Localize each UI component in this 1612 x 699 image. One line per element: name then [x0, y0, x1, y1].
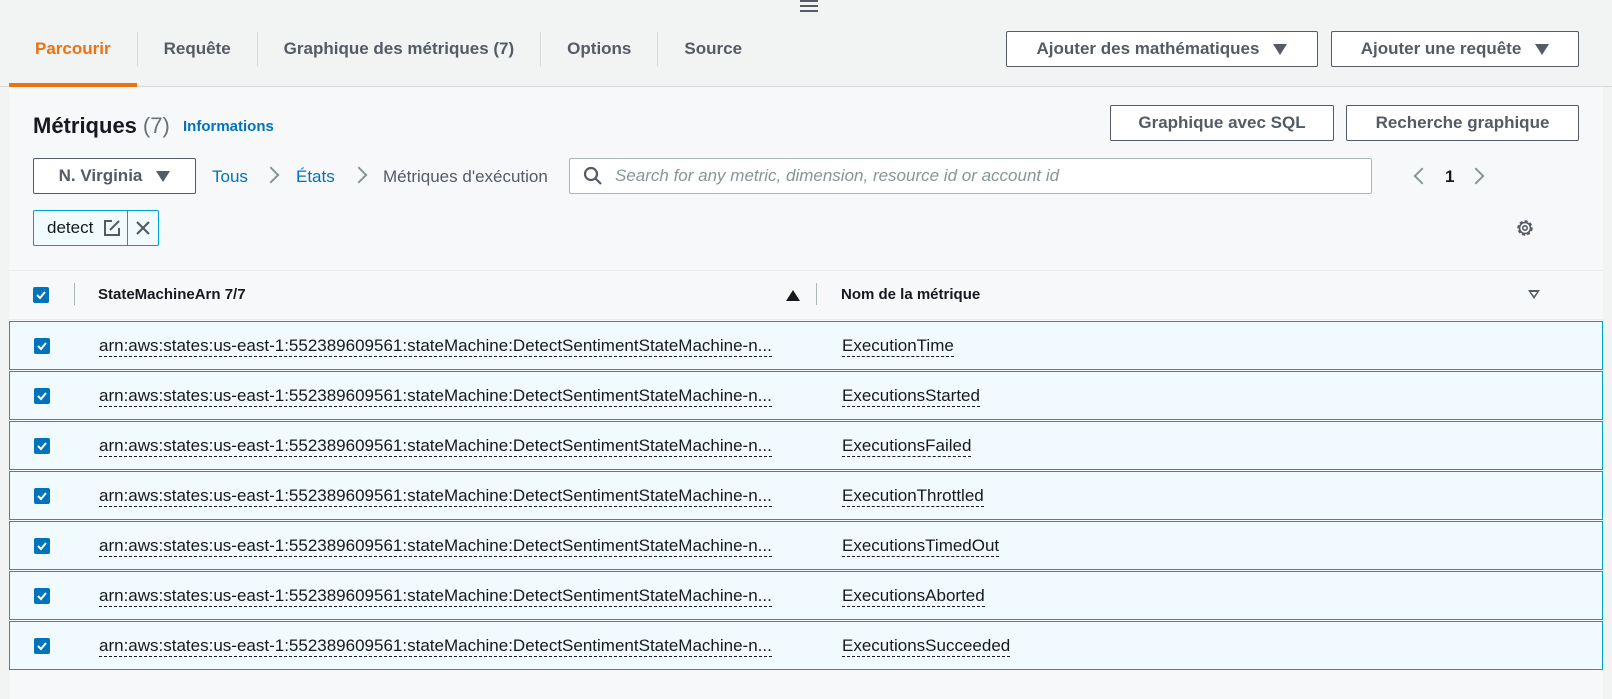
- filter-token: detect: [33, 210, 160, 246]
- row-metric[interactable]: ExecutionsFailed: [842, 436, 972, 457]
- filter-token-label: detect: [47, 218, 94, 237]
- sort-ascending-icon[interactable]: [786, 290, 800, 301]
- metrics-count: (7): [142, 113, 170, 138]
- caret-down-icon: [1535, 43, 1550, 55]
- row-metric[interactable]: ExecutionTime: [842, 336, 954, 357]
- row-checkbox[interactable]: [34, 538, 50, 554]
- add-query-button[interactable]: Ajouter une requête: [1331, 31, 1579, 67]
- breadcrumb-tous[interactable]: Tous: [212, 167, 248, 187]
- row-checkbox[interactable]: [34, 588, 50, 604]
- row-arn[interactable]: arn:aws:states:us-east-1:552389609561:st…: [99, 586, 772, 607]
- row-arn[interactable]: arn:aws:states:us-east-1:552389609561:st…: [99, 436, 772, 457]
- row-checkbox[interactable]: [34, 338, 50, 354]
- col-metric-name[interactable]: Nom de la métrique: [841, 286, 980, 303]
- column-divider: [74, 283, 75, 305]
- row-metric[interactable]: ExecutionThrottled: [842, 486, 984, 507]
- graph-with-sql-button[interactable]: Graphique avec SQL: [1110, 105, 1334, 141]
- breadcrumb-current: Métriques d'exécution: [383, 167, 548, 186]
- gear-icon[interactable]: [1515, 218, 1535, 243]
- metrics-panel: Métriques (7) Informations Graphique avec…: [9, 87, 1603, 699]
- search-icon: [583, 166, 602, 185]
- row-checkbox[interactable]: [34, 488, 50, 504]
- table-row[interactable]: arn:aws:states:us-east-1:552389609561:st…: [9, 521, 1603, 570]
- chevron-right-icon: [262, 166, 280, 184]
- table-row[interactable]: arn:aws:states:us-east-1:552389609561:st…: [9, 471, 1603, 520]
- table-header: StateMachineArn 7/7 Nom de la métrique: [9, 270, 1603, 320]
- region-label: N. Virginia: [58, 166, 143, 185]
- row-metric[interactable]: ExecutionsTimedOut: [842, 536, 1000, 557]
- column-divider[interactable]: [816, 283, 817, 305]
- row-checkbox[interactable]: [34, 638, 50, 654]
- add-math-label: Ajouter des mathématiques: [1036, 39, 1260, 58]
- row-metric[interactable]: ExecutionsSucceeded: [842, 636, 1011, 657]
- add-query-label: Ajouter une requête: [1360, 39, 1522, 58]
- row-arn[interactable]: arn:aws:states:us-east-1:552389609561:st…: [99, 536, 772, 557]
- metrics-table: StateMachineArn 7/7 Nom de la métrique a…: [9, 270, 1603, 670]
- breadcrumb-etats[interactable]: États: [296, 167, 335, 187]
- edit-icon[interactable]: [103, 219, 127, 237]
- search-input[interactable]: [613, 165, 1357, 187]
- metric-search: [569, 158, 1372, 194]
- metrics-title: Métriques: [33, 113, 137, 138]
- select-all-checkbox[interactable]: [33, 287, 49, 303]
- tab-parcourir[interactable]: Parcourir: [9, 12, 137, 87]
- table-row[interactable]: arn:aws:states:us-east-1:552389609561:st…: [9, 421, 1603, 470]
- tab-requete[interactable]: Requête: [138, 12, 257, 86]
- row-arn[interactable]: arn:aws:states:us-east-1:552389609561:st…: [99, 486, 772, 507]
- row-metric[interactable]: ExecutionsAborted: [842, 586, 985, 607]
- col-state-machine-arn[interactable]: StateMachineArn 7/7: [98, 286, 246, 303]
- table-row[interactable]: arn:aws:states:us-east-1:552389609561:st…: [9, 321, 1603, 370]
- page-number[interactable]: 1: [1445, 167, 1454, 187]
- row-metric[interactable]: ExecutionsStarted: [842, 386, 980, 407]
- row-checkbox[interactable]: [34, 438, 50, 454]
- tab-bar: Parcourir Requête Graphique des métrique…: [9, 12, 768, 87]
- row-arn[interactable]: arn:aws:states:us-east-1:552389609561:st…: [99, 386, 772, 407]
- table-row[interactable]: arn:aws:states:us-east-1:552389609561:st…: [9, 371, 1603, 420]
- region-selector[interactable]: N. Virginia: [33, 158, 196, 194]
- row-arn[interactable]: arn:aws:states:us-east-1:552389609561:st…: [99, 636, 772, 657]
- tab-graphique-des-metriques[interactable]: Graphique des métriques (7): [258, 12, 541, 86]
- caret-down-icon: [156, 170, 171, 182]
- info-link[interactable]: Informations: [183, 118, 274, 135]
- resize-handle-icon[interactable]: [800, 0, 818, 12]
- remove-filter-icon[interactable]: [127, 211, 158, 245]
- chevron-right-icon: [350, 166, 368, 184]
- add-math-button[interactable]: Ajouter des mathématiques: [1006, 31, 1318, 67]
- chevron-right-icon[interactable]: [1467, 167, 1485, 185]
- top-toolbar: Parcourir Requête Graphique des métrique…: [0, 12, 1612, 87]
- table-row[interactable]: arn:aws:states:us-east-1:552389609561:st…: [9, 621, 1603, 670]
- sort-icon[interactable]: [1528, 290, 1540, 299]
- chevron-left-icon[interactable]: [1413, 167, 1431, 185]
- row-arn[interactable]: arn:aws:states:us-east-1:552389609561:st…: [99, 336, 772, 357]
- page-title: Métriques (7): [33, 113, 170, 139]
- graph-search-button[interactable]: Recherche graphique: [1346, 105, 1579, 141]
- tab-options[interactable]: Options: [541, 12, 657, 86]
- caret-down-icon: [1273, 43, 1288, 55]
- table-row[interactable]: arn:aws:states:us-east-1:552389609561:st…: [9, 571, 1603, 620]
- tab-source[interactable]: Source: [658, 12, 768, 86]
- row-checkbox[interactable]: [34, 388, 50, 404]
